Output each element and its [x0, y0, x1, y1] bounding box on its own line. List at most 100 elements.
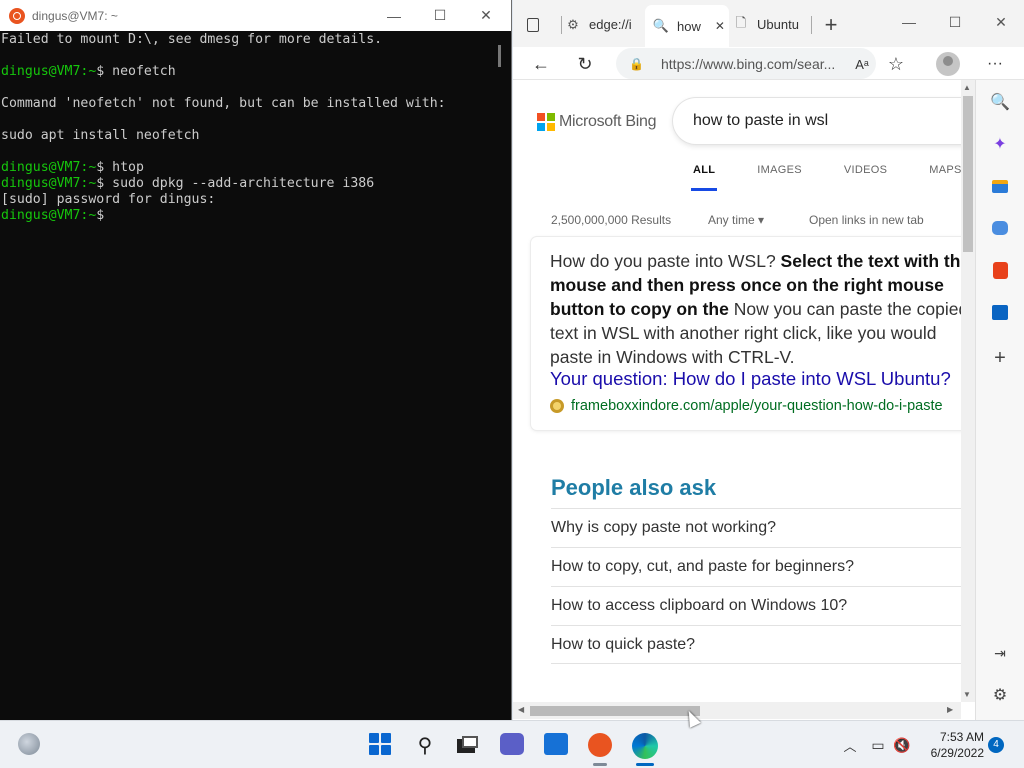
- tab-bing-search[interactable]: 🔍 how ✕: [645, 5, 729, 47]
- scope-images[interactable]: IMAGES: [757, 164, 802, 176]
- search-query[interactable]: how to paste in wsl: [693, 112, 828, 130]
- terminal-prompt: dingus@VM7:~: [1, 64, 97, 79]
- url-text[interactable]: https://www.bing.com/sear...: [661, 56, 861, 72]
- teams-chat-icon[interactable]: [500, 733, 524, 755]
- profile-avatar[interactable]: [936, 52, 960, 76]
- time-filter-dropdown[interactable]: Any time ▾: [708, 213, 764, 227]
- office-icon[interactable]: [990, 260, 1010, 280]
- page-viewport[interactable]: Microsoft Bing how to paste in wsl ALL I…: [513, 80, 961, 720]
- terminal-line: [sudo] password for dingus:: [1, 192, 216, 207]
- volume-muted-icon[interactable]: 🔇: [890, 733, 914, 757]
- add-sidebar-app-icon[interactable]: +: [990, 347, 1010, 369]
- scroll-down-icon[interactable]: ▼: [963, 690, 971, 699]
- refresh-icon[interactable]: ↻: [570, 49, 600, 79]
- site-favicon-icon: [550, 399, 564, 413]
- open-links-label: Open links in new tab: [809, 213, 924, 227]
- ubuntu-icon[interactable]: [588, 733, 612, 757]
- scope-maps[interactable]: MAPS: [929, 164, 961, 176]
- terminal-output[interactable]: Failed to mount D:\, see dmesg for more …: [0, 31, 511, 224]
- start-windows-icon[interactable]: [369, 733, 391, 755]
- tab-edge-internal[interactable]: ⚙ edge://i: [565, 6, 647, 43]
- store-icon[interactable]: [544, 733, 568, 755]
- terminal-prompt: dingus@VM7:~: [1, 176, 97, 191]
- horizontal-scrollbar[interactable]: ◀ ▶: [513, 702, 961, 719]
- tab-separator: [561, 16, 562, 34]
- games-icon[interactable]: [990, 218, 1010, 238]
- maximize-button[interactable]: ☐: [417, 0, 463, 31]
- hide-sidebar-icon[interactable]: ⇥: [990, 643, 1010, 663]
- toolbar: ← ↻ 🔒 https://www.bing.com/sear... Aᵃ ☆ …: [513, 47, 1024, 80]
- maximize-button[interactable]: ☐: [932, 2, 978, 42]
- scope-videos[interactable]: VIDEOS: [844, 164, 887, 176]
- minimize-button[interactable]: —: [371, 0, 417, 31]
- paa-question[interactable]: Why is copy paste not working?: [551, 508, 961, 547]
- bing-logo[interactable]: Microsoft Bing: [537, 113, 656, 131]
- tab-actions-icon[interactable]: [527, 6, 547, 43]
- scope-all[interactable]: ALL: [690, 164, 718, 191]
- edge-icon[interactable]: [632, 733, 658, 759]
- close-button[interactable]: ✕: [978, 2, 1024, 42]
- terminal-scrollbar-thumb[interactable]: [498, 45, 501, 67]
- add-favorite-icon[interactable]: ☆: [881, 49, 911, 79]
- terminal-command: $ neofetch: [96, 64, 176, 79]
- search-icon[interactable]: 🔍: [990, 92, 1010, 112]
- tab-label: edge://i: [589, 17, 632, 32]
- answer-source[interactable]: frameboxxindore.com/apple/your-question-…: [550, 398, 943, 414]
- scroll-right-icon[interactable]: ▶: [947, 705, 953, 714]
- search-input[interactable]: how to paste in wsl: [673, 98, 961, 144]
- search-icon[interactable]: ⚲: [413, 733, 437, 757]
- brand-text: Microsoft Bing: [559, 113, 657, 130]
- edge-window[interactable]: ⚙ edge://i 🔍 how ✕ 🗋 Ubuntu + — ☐ ✕ ← ↻ …: [513, 0, 1024, 720]
- people-also-ask-title: People also ask: [551, 475, 717, 500]
- more-menu-icon[interactable]: ···: [980, 49, 1010, 79]
- close-tab-icon[interactable]: ✕: [715, 19, 725, 33]
- paa-question[interactable]: How to quick paste?: [551, 625, 961, 664]
- horizontal-scroll-thumb[interactable]: [530, 706, 700, 716]
- clock[interactable]: 7:53 AM 6/29/2022: [914, 729, 984, 761]
- tab-label: how: [677, 18, 701, 34]
- network-icon[interactable]: ▭: [866, 733, 890, 757]
- chevron-up-icon[interactable]: ︿: [838, 733, 862, 757]
- back-arrow-icon[interactable]: ←: [526, 49, 556, 79]
- terminal-prompt: dingus@VM7:~: [1, 208, 97, 223]
- tab-label: Ubuntu: [757, 17, 799, 32]
- terminal-line: Command 'neofetch' not found, but can be…: [1, 96, 446, 111]
- answer-text: How do you paste into WSL? Select the te…: [550, 251, 961, 367]
- terminal-line: dingus@VM7:~$ neofetch: [1, 64, 511, 80]
- read-aloud-icon[interactable]: Aᵃ: [847, 49, 877, 79]
- search-scopes: ALL IMAGES VIDEOS MAPS: [690, 164, 961, 191]
- tab-ubuntu[interactable]: 🗋 Ubuntu: [733, 6, 815, 43]
- tab-separator: [811, 16, 812, 34]
- edge-settings-icon: ⚙: [567, 16, 579, 32]
- minimize-button[interactable]: —: [886, 2, 932, 42]
- time-text: 7:53 AM: [939, 730, 984, 744]
- vertical-scrollbar[interactable]: ▲ ▼: [961, 80, 975, 702]
- discover-sparkle-icon[interactable]: ✦: [990, 134, 1010, 154]
- paa-question[interactable]: How to access clipboard on Windows 10?: [551, 586, 961, 625]
- outlook-icon[interactable]: [990, 302, 1010, 322]
- answer-link[interactable]: Your question: How do I paste into WSL U…: [550, 368, 951, 390]
- widgets-icon[interactable]: [18, 733, 40, 755]
- terminal-command: $ htop: [96, 160, 144, 175]
- date-text: 6/29/2022: [930, 746, 984, 760]
- terminal-titlebar[interactable]: dingus@VM7: ~ — ☐ ✕: [0, 0, 511, 31]
- scroll-up-icon[interactable]: ▲: [963, 83, 971, 92]
- close-button[interactable]: ✕: [463, 0, 509, 31]
- paa-question[interactable]: How to copy, cut, and paste for beginner…: [551, 547, 961, 586]
- ubuntu-icon: [9, 7, 25, 24]
- file-explorer-icon[interactable]: [456, 733, 480, 757]
- terminal-scroll-track[interactable]: [494, 31, 511, 720]
- terminal-window[interactable]: dingus@VM7: ~ — ☐ ✕ Failed to mount D:\,…: [0, 0, 512, 720]
- terminal-prompt: dingus@VM7:~: [1, 160, 97, 175]
- lock-icon[interactable]: 🔒: [629, 57, 644, 71]
- new-tab-button[interactable]: +: [818, 6, 844, 43]
- shopping-icon[interactable]: [990, 176, 1010, 196]
- notification-badge[interactable]: 4: [988, 737, 1004, 753]
- vertical-scroll-thumb[interactable]: [963, 96, 973, 252]
- address-bar[interactable]: 🔒 https://www.bing.com/sear...: [616, 48, 876, 79]
- page-icon: 🗋: [735, 14, 747, 30]
- scroll-left-icon[interactable]: ◀: [518, 705, 524, 714]
- gear-icon[interactable]: ⚙: [990, 685, 1010, 705]
- answer-card: How do you paste into WSL? Select the te…: [531, 237, 961, 430]
